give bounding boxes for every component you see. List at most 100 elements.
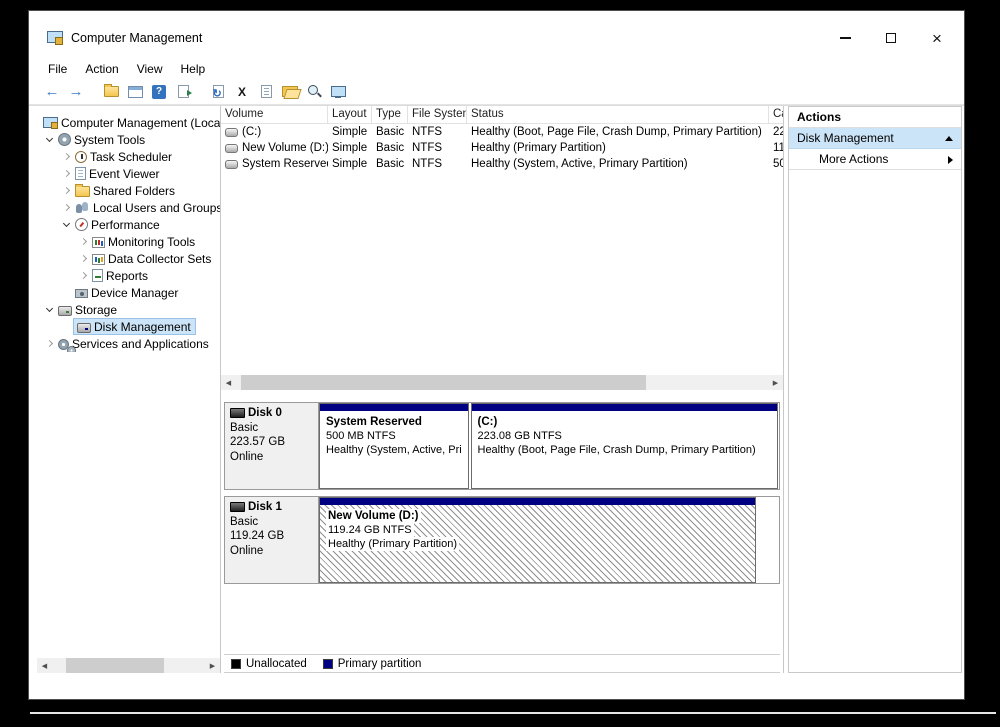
export-list-icon (178, 85, 189, 98)
minimize-button[interactable] (822, 23, 868, 53)
partition-c[interactable]: (C:) 223.08 GB NTFS Healthy (Boot, Page … (471, 403, 778, 489)
maximize-button[interactable] (868, 23, 914, 53)
tree-item-system-tools[interactable]: System Tools (37, 131, 220, 148)
column-header-volume[interactable]: Volume (221, 106, 328, 123)
computer-tool-button[interactable] (327, 81, 349, 102)
computer-management-app-icon (47, 31, 63, 45)
actions-section-disk-management[interactable]: Disk Management (789, 128, 961, 149)
tree-item-data-collector-sets[interactable]: Data Collector Sets (37, 250, 220, 267)
console-window-icon (128, 86, 143, 98)
menu-file[interactable]: File (39, 60, 76, 78)
volume-icon (225, 144, 238, 153)
disk-1-row: Disk 1 Basic 119.24 GB Online New Volume… (224, 496, 780, 584)
column-header-file-system[interactable]: File System (408, 106, 467, 123)
scrollbar-thumb[interactable] (241, 375, 645, 390)
tree-item-shared-folders[interactable]: Shared Folders (37, 182, 220, 199)
menu-action[interactable]: Action (76, 60, 127, 78)
volume-list-horizontal-scrollbar[interactable]: ◀ ▶ (221, 375, 783, 390)
tree-item-task-scheduler[interactable]: Task Scheduler (37, 148, 220, 165)
chevron-collapsed-icon[interactable] (42, 337, 56, 351)
tree-item-computer-management[interactable]: Computer Management (Local (37, 114, 220, 131)
volume-status: Healthy (Primary Partition) (467, 142, 769, 154)
tree-item-label: Event Viewer (86, 167, 162, 181)
forward-icon: → (69, 84, 84, 99)
export-list-button[interactable] (172, 81, 194, 102)
scroll-right-icon[interactable]: ▶ (768, 375, 783, 390)
volume-row-c[interactable]: (C:) Simple Basic NTFS Healthy (Boot, Pa… (221, 124, 783, 140)
scroll-left-icon[interactable]: ◀ (221, 375, 236, 390)
graphical-view: Disk 0 Basic 223.57 GB Online System Res… (221, 390, 783, 673)
storage-icon (58, 306, 72, 316)
disk-size: 119.24 GB (230, 529, 313, 544)
chevron-collapsed-icon[interactable] (59, 167, 73, 181)
scrollbar-thumb[interactable] (66, 658, 164, 673)
chevron-collapsed-icon[interactable] (59, 201, 73, 215)
console-window-button[interactable] (124, 81, 146, 102)
chevron-collapsed-icon[interactable] (76, 252, 90, 266)
legend-primary-partition: Primary partition (323, 658, 422, 670)
tree-item-device-manager[interactable]: Device Manager (37, 284, 220, 301)
column-header-status[interactable]: Status (467, 106, 769, 123)
monitoring-tools-icon (92, 237, 105, 248)
tree-item-local-users-and-groups[interactable]: Local Users and Groups (37, 199, 220, 216)
tree-item-event-viewer[interactable]: Event Viewer (37, 165, 220, 182)
tree-item-performance[interactable]: Performance (37, 216, 220, 233)
scrollbar-track[interactable] (52, 658, 205, 673)
forward-button[interactable]: → (65, 81, 87, 102)
tree-item-storage[interactable]: Storage (37, 301, 220, 318)
partition-new-volume-d-selected[interactable]: New Volume (D:) 119.24 GB NTFS Healthy (… (319, 497, 756, 583)
console-tree-panel: Computer Management (Local System Tools … (37, 106, 221, 673)
disk-1-label[interactable]: Disk 1 Basic 119.24 GB Online (225, 497, 319, 583)
disk-name: Disk 1 (248, 500, 282, 515)
search-button[interactable] (303, 81, 325, 102)
partition-title: (C:) (478, 416, 498, 428)
chevron-expanded-icon[interactable] (42, 303, 56, 317)
disk-type: Basic (230, 515, 313, 530)
tree-item-disk-management[interactable]: Disk Management (37, 318, 220, 335)
show-console-tree-button[interactable] (100, 81, 122, 102)
open-folder-icon (282, 86, 298, 97)
tree-horizontal-scrollbar[interactable]: ◀ ▶ (37, 658, 220, 673)
scroll-right-icon[interactable]: ▶ (205, 658, 220, 673)
menu-help[interactable]: Help (172, 60, 215, 78)
chevron-collapsed-icon[interactable] (59, 150, 73, 164)
volume-capacity: 22 (769, 126, 783, 138)
chevron-collapsed-icon[interactable] (59, 184, 73, 198)
column-header-capacity[interactable]: Ca (769, 106, 783, 123)
more-actions-item[interactable]: More Actions (789, 149, 961, 170)
open-folder-button[interactable] (279, 81, 301, 102)
window-controls: × (822, 23, 960, 53)
chevron-expanded-icon[interactable] (59, 218, 73, 232)
tree-item-monitoring-tools[interactable]: Monitoring Tools (37, 233, 220, 250)
scroll-left-icon[interactable]: ◀ (37, 658, 52, 673)
refresh-button[interactable] (207, 81, 229, 102)
partition-status: Healthy (Boot, Page File, Crash Dump, Pr… (478, 444, 756, 456)
help-button[interactable]: ? (148, 81, 170, 102)
chevron-expanded-icon[interactable] (42, 133, 56, 147)
tree-item-reports[interactable]: Reports (37, 267, 220, 284)
expand-more-actions-icon[interactable] (948, 156, 953, 164)
disk-0-label[interactable]: Disk 0 Basic 223.57 GB Online (225, 403, 319, 489)
column-header-layout[interactable]: Layout (328, 106, 372, 123)
partition-title: New Volume (D:) (326, 509, 421, 523)
delete-button[interactable]: X (231, 81, 253, 102)
scrollbar-track[interactable] (236, 375, 768, 390)
partition-system-reserved[interactable]: System Reserved 500 MB NTFS Healthy (Sys… (319, 403, 469, 489)
tree-item-services-and-applications[interactable]: Services and Applications (37, 335, 220, 352)
partition-title: System Reserved (326, 416, 422, 428)
tree-item-label: Computer Management (Local (58, 116, 220, 130)
column-header-type[interactable]: Type (372, 106, 408, 123)
volume-row-system-reserved[interactable]: System Reserved Simple Basic NTFS Health… (221, 156, 783, 172)
properties-button[interactable] (255, 81, 277, 102)
back-button[interactable]: ← (41, 81, 63, 102)
menu-view[interactable]: View (128, 60, 172, 78)
collapse-section-icon[interactable] (945, 136, 953, 141)
volume-row-new-volume-d[interactable]: New Volume (D:) Simple Basic NTFS Health… (221, 140, 783, 156)
close-button[interactable]: × (914, 23, 960, 53)
chevron-collapsed-icon[interactable] (76, 235, 90, 249)
chevron-collapsed-icon[interactable] (76, 269, 90, 283)
device-manager-icon (75, 289, 88, 298)
content-area: Computer Management (Local System Tools … (29, 105, 964, 673)
disk-0-partitions: System Reserved 500 MB NTFS Healthy (Sys… (319, 403, 779, 489)
disk-state: Online (230, 450, 313, 465)
